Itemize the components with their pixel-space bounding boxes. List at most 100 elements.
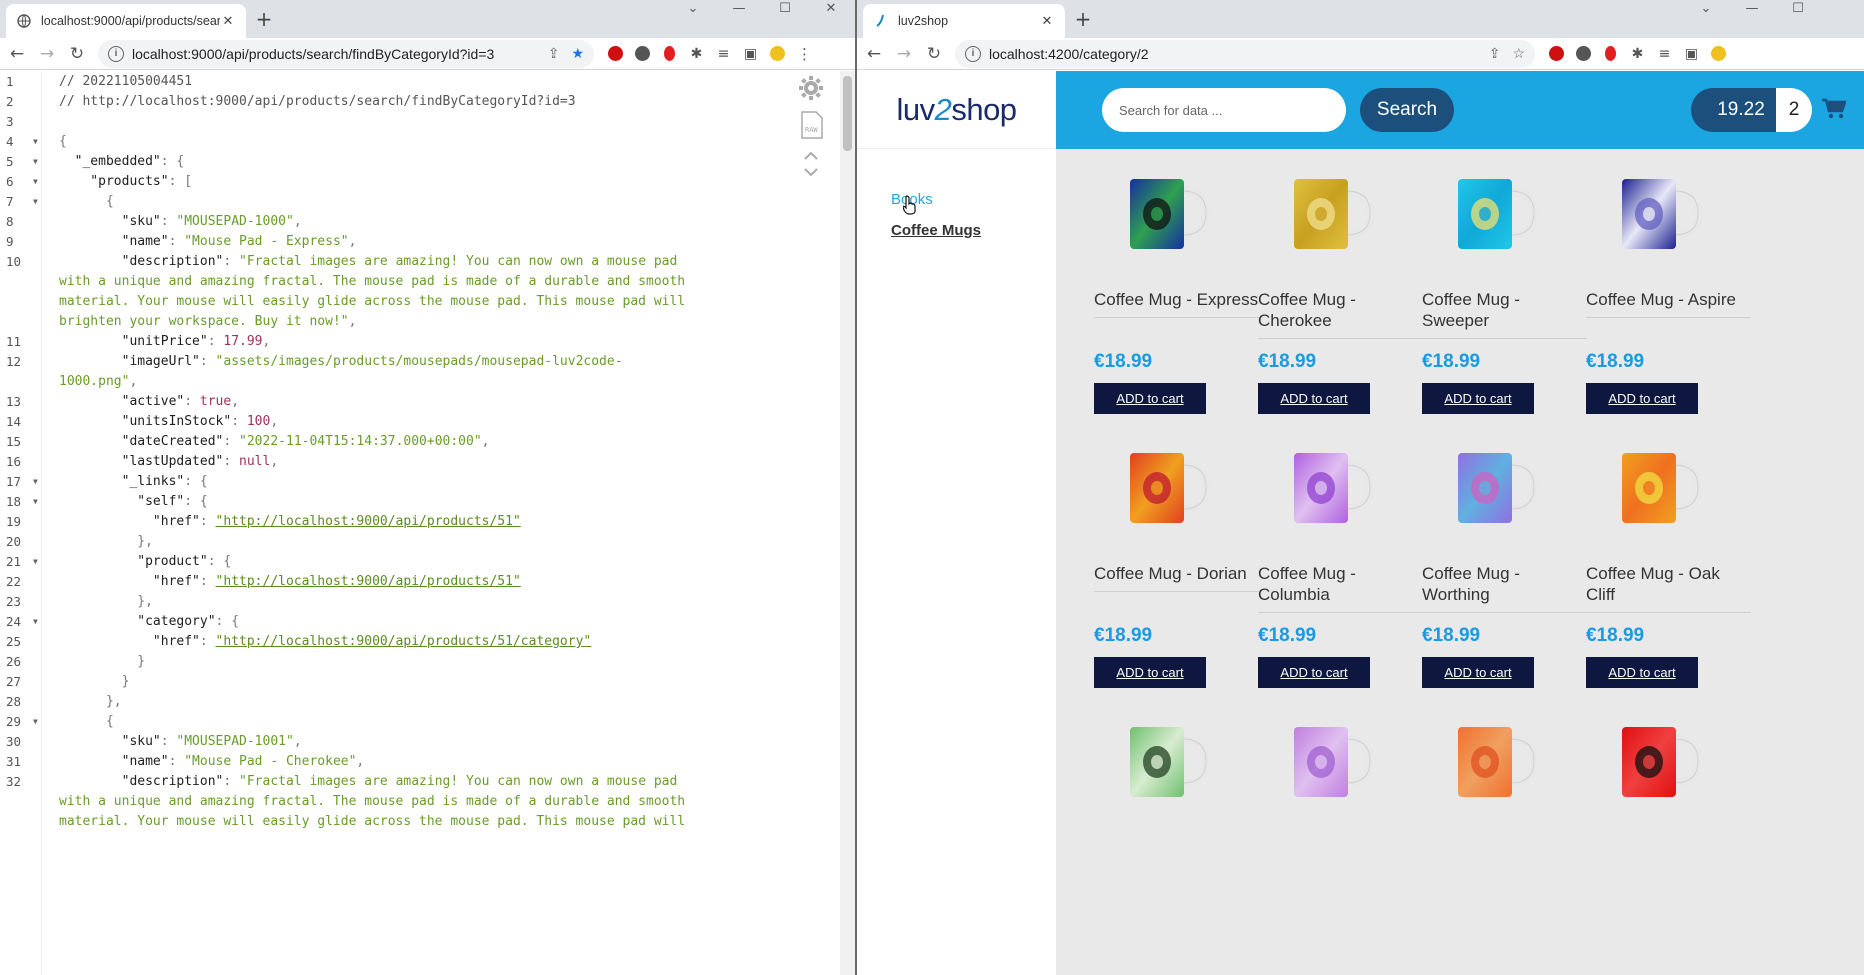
add-to-cart-button[interactable]: ADD to cart xyxy=(1422,383,1534,414)
product-image[interactable] xyxy=(1452,445,1542,535)
puzzle-icon[interactable]: ✱ xyxy=(1624,46,1651,62)
add-to-cart-button[interactable]: ADD to cart xyxy=(1258,383,1370,414)
fold-toggle-icon[interactable]: ▼ xyxy=(33,712,38,732)
new-tab-button[interactable]: + xyxy=(1069,6,1097,34)
fold-toggle-icon[interactable]: ▼ xyxy=(33,492,38,512)
json-token: : xyxy=(199,354,216,369)
bookmark-star-icon[interactable]: ★ xyxy=(571,45,584,62)
address-bar[interactable]: i localhost:9000/api/products/search/fin… xyxy=(98,39,594,68)
json-line: 22 "href": "http://localhost:9000/api/pr… xyxy=(0,572,840,592)
tab-luv2shop[interactable]: luv2shop ✕ xyxy=(863,4,1065,38)
maximize-icon[interactable]: ☐ xyxy=(762,0,808,30)
fold-toggle-icon[interactable]: ▼ xyxy=(33,152,38,172)
product-image[interactable] xyxy=(1452,171,1542,261)
fold-toggle-icon[interactable]: ▼ xyxy=(33,472,38,492)
share-icon[interactable]: ⇪ xyxy=(548,45,560,62)
product-name[interactable]: Coffee Mug - Oak Cliff xyxy=(1586,563,1751,613)
luv2shop-logo[interactable]: luv2shop xyxy=(896,92,1017,128)
opera-extension-icon[interactable] xyxy=(602,46,629,61)
product-name[interactable]: Coffee Mug - Sweeper xyxy=(1422,289,1587,339)
add-to-cart-button[interactable]: ADD to cart xyxy=(1422,657,1534,688)
info-icon[interactable]: i xyxy=(965,45,981,62)
address-bar[interactable]: i localhost:4200/category/2 ⇪ ☆ xyxy=(955,39,1535,68)
reading-list-icon[interactable]: ≡ xyxy=(710,46,737,62)
back-icon[interactable]: ← xyxy=(859,44,889,64)
add-to-cart-button[interactable]: ADD to cart xyxy=(1094,657,1206,688)
close-window-icon[interactable]: ✕ xyxy=(808,0,854,30)
json-link[interactable]: "http://localhost:9000/api/products/51/c… xyxy=(216,634,592,649)
close-tab-icon[interactable]: ✕ xyxy=(1039,14,1055,29)
gear-icon[interactable] xyxy=(798,75,824,101)
raw-file-icon[interactable]: RAW xyxy=(801,111,823,139)
fold-toggle-icon[interactable]: ▼ xyxy=(33,552,38,572)
bookmark-star-icon[interactable]: ☆ xyxy=(1512,45,1525,62)
product-image[interactable] xyxy=(1616,719,1706,809)
reload-icon[interactable]: ↻ xyxy=(62,44,92,64)
info-icon[interactable]: i xyxy=(108,45,124,62)
menu-kebab-icon[interactable]: ⋮ xyxy=(791,45,818,63)
fold-toggle-icon[interactable]: ▼ xyxy=(33,612,38,632)
logo-container[interactable]: luv2shop xyxy=(857,71,1056,149)
share-icon[interactable]: ⇪ xyxy=(1489,45,1501,62)
extension-icon[interactable] xyxy=(629,46,656,61)
side-panel-icon[interactable]: ▣ xyxy=(1678,46,1705,62)
json-link[interactable]: "http://localhost:9000/api/products/51" xyxy=(216,574,521,589)
shopping-cart-icon[interactable] xyxy=(1822,98,1846,120)
product-image[interactable] xyxy=(1124,445,1214,535)
opera-extension-icon[interactable] xyxy=(1543,46,1570,61)
product-image[interactable] xyxy=(1616,171,1706,261)
fold-toggle-icon[interactable]: ▼ xyxy=(33,172,38,192)
json-code: "lastUpdated": null, xyxy=(59,452,279,472)
shield-extension-icon[interactable] xyxy=(656,46,683,61)
close-tab-icon[interactable]: ✕ xyxy=(220,14,236,29)
forward-icon[interactable]: → xyxy=(889,44,919,64)
chevron-down-icon[interactable] xyxy=(803,167,819,177)
reload-icon[interactable]: ↻ xyxy=(919,44,949,64)
add-to-cart-button[interactable]: ADD to cart xyxy=(1258,657,1370,688)
add-to-cart-button[interactable]: ADD to cart xyxy=(1586,383,1698,414)
search-button[interactable]: Search xyxy=(1360,88,1454,132)
product-name[interactable]: Coffee Mug - Dorian xyxy=(1094,563,1259,592)
extension-icon[interactable] xyxy=(1570,46,1597,61)
product-name[interactable]: Coffee Mug - Worthing xyxy=(1422,563,1587,613)
product-name[interactable]: Coffee Mug - Columbia xyxy=(1258,563,1423,613)
search-input[interactable] xyxy=(1102,88,1346,132)
add-to-cart-button[interactable]: ADD to cart xyxy=(1094,383,1206,414)
shield-extension-icon[interactable] xyxy=(1597,46,1624,61)
product-image[interactable] xyxy=(1124,171,1214,261)
product-image[interactable] xyxy=(1288,171,1378,261)
back-icon[interactable]: ← xyxy=(2,44,32,64)
forward-icon[interactable]: → xyxy=(32,44,62,64)
product-image[interactable] xyxy=(1124,719,1214,809)
json-token: "name" xyxy=(59,754,169,769)
reading-list-icon[interactable]: ≡ xyxy=(1651,46,1678,62)
chevron-down-icon[interactable]: ⌄ xyxy=(1683,0,1729,30)
side-panel-icon[interactable]: ▣ xyxy=(737,46,764,62)
profile-avatar[interactable] xyxy=(1705,46,1732,61)
product-image[interactable] xyxy=(1452,719,1542,809)
product-image[interactable] xyxy=(1288,445,1378,535)
fold-toggle-icon[interactable]: ▼ xyxy=(33,192,38,212)
product-image[interactable] xyxy=(1288,719,1378,809)
fold-toggle-icon[interactable]: ▼ xyxy=(33,132,38,152)
profile-avatar[interactable] xyxy=(764,46,791,61)
chevron-down-icon[interactable]: ⌄ xyxy=(670,0,716,30)
json-link[interactable]: "http://localhost:9000/api/products/51" xyxy=(216,514,521,529)
minimize-icon[interactable]: — xyxy=(1729,0,1775,30)
menu-item-coffee-mugs[interactable]: Coffee Mugs xyxy=(891,222,981,239)
product-image[interactable] xyxy=(1616,445,1706,535)
tab-api[interactable]: localhost:9000/api/products/sear ✕ xyxy=(6,4,246,38)
scrollbar-thumb[interactable] xyxy=(843,76,852,151)
minimize-icon[interactable]: — xyxy=(716,0,762,30)
puzzle-icon[interactable]: ✱ xyxy=(683,46,710,62)
chevron-up-icon[interactable] xyxy=(803,151,819,161)
new-tab-button[interactable]: + xyxy=(250,6,278,34)
line-number: 5 xyxy=(6,154,14,169)
product-name[interactable]: Coffee Mug - Aspire xyxy=(1586,289,1751,318)
vertical-scrollbar[interactable] xyxy=(840,71,855,975)
product-name[interactable]: Coffee Mug - Express xyxy=(1094,289,1259,318)
product-name[interactable]: Coffee Mug - Cherokee xyxy=(1258,289,1423,339)
add-to-cart-button[interactable]: ADD to cart xyxy=(1586,657,1698,688)
cart-count[interactable]: 2 xyxy=(1776,88,1812,132)
maximize-icon[interactable]: ☐ xyxy=(1775,0,1821,30)
